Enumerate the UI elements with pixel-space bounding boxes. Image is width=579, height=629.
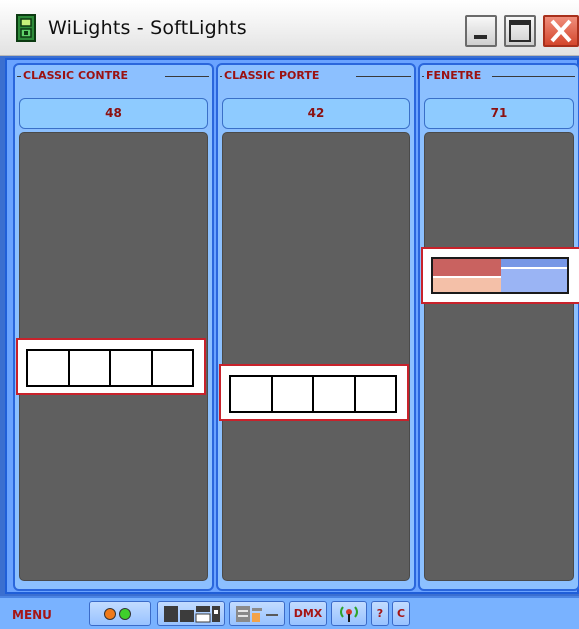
color-preview-cool: [501, 259, 567, 292]
handle-cell: [314, 377, 356, 411]
fader-track[interactable]: [219, 132, 410, 581]
panel-title: CLASSIC CONTRE: [21, 69, 131, 83]
close-button[interactable]: [543, 15, 579, 47]
maximize-button[interactable]: [504, 15, 536, 47]
minimize-icon: [474, 35, 487, 39]
c-button[interactable]: C: [392, 601, 410, 626]
fader-handle[interactable]: [16, 338, 206, 395]
channel-value: 71: [424, 98, 574, 129]
channel-panel-classic-porte: CLASSIC PORTE 42: [216, 63, 416, 591]
c-label: C: [396, 607, 406, 620]
fader-track[interactable]: [16, 132, 208, 581]
app-lamp-icon: [14, 14, 40, 44]
fader-handle[interactable]: [219, 364, 409, 421]
channel-panel-classic-contre: CLASSIC CONTRE 48: [13, 63, 214, 591]
menu-button[interactable]: MENU: [12, 606, 52, 624]
panel-title-rule: [356, 76, 411, 77]
fader-handle[interactable]: [421, 247, 579, 304]
wireless-button[interactable]: [331, 601, 367, 626]
layout-list-icon: [236, 606, 278, 622]
handle-cell: [272, 377, 314, 411]
title-bar[interactable]: WiLights - SoftLights: [0, 0, 579, 56]
layout-grid-icon: [164, 606, 220, 623]
handle-cell: [355, 377, 395, 411]
help-button[interactable]: ?: [371, 601, 389, 626]
color-preview-warm: [433, 259, 501, 292]
window-title: WiLights - SoftLights: [48, 17, 247, 39]
dmx-button[interactable]: DMX: [289, 601, 327, 626]
layout-list-button[interactable]: [229, 601, 285, 626]
handle-cells: [26, 349, 194, 387]
dmx-label: DMX: [293, 607, 323, 620]
panel-title: FENETRE: [424, 69, 484, 83]
handle-cells: [229, 375, 397, 413]
app-window: WiLights - SoftLights CLASSIC CONTRE 48 …: [0, 0, 579, 629]
color-preview: [431, 257, 569, 294]
panel-title: CLASSIC PORTE: [222, 69, 322, 83]
wireless-antenna-icon: [340, 606, 358, 622]
panel-title-rule: [492, 76, 575, 77]
help-label: ?: [376, 607, 384, 620]
channel-panel-fenetre: FENETRE 71: [418, 63, 579, 591]
fader-track[interactable]: [421, 132, 579, 581]
channel-value: 42: [222, 98, 410, 129]
color-level-fill: [433, 278, 501, 292]
panel-title-rule: [165, 76, 209, 77]
handle-cell: [152, 351, 192, 385]
minimize-button[interactable]: [465, 15, 497, 47]
handle-cell: [28, 351, 70, 385]
handle-cell: [231, 377, 273, 411]
close-icon: [550, 19, 572, 43]
handle-cell: [111, 351, 153, 385]
leds-button[interactable]: [89, 601, 151, 626]
channels-area: CLASSIC CONTRE 48 CLASSIC PORTE 42 FENET…: [5, 58, 579, 594]
handle-cell: [69, 351, 111, 385]
layout-grid-button[interactable]: [157, 601, 225, 626]
maximize-icon: [509, 20, 531, 42]
channel-value: 48: [19, 98, 208, 129]
bottom-menu-bar: MENU DMX ? C: [0, 596, 579, 629]
color-level-fill: [501, 259, 567, 267]
color-level-line: [501, 267, 567, 269]
